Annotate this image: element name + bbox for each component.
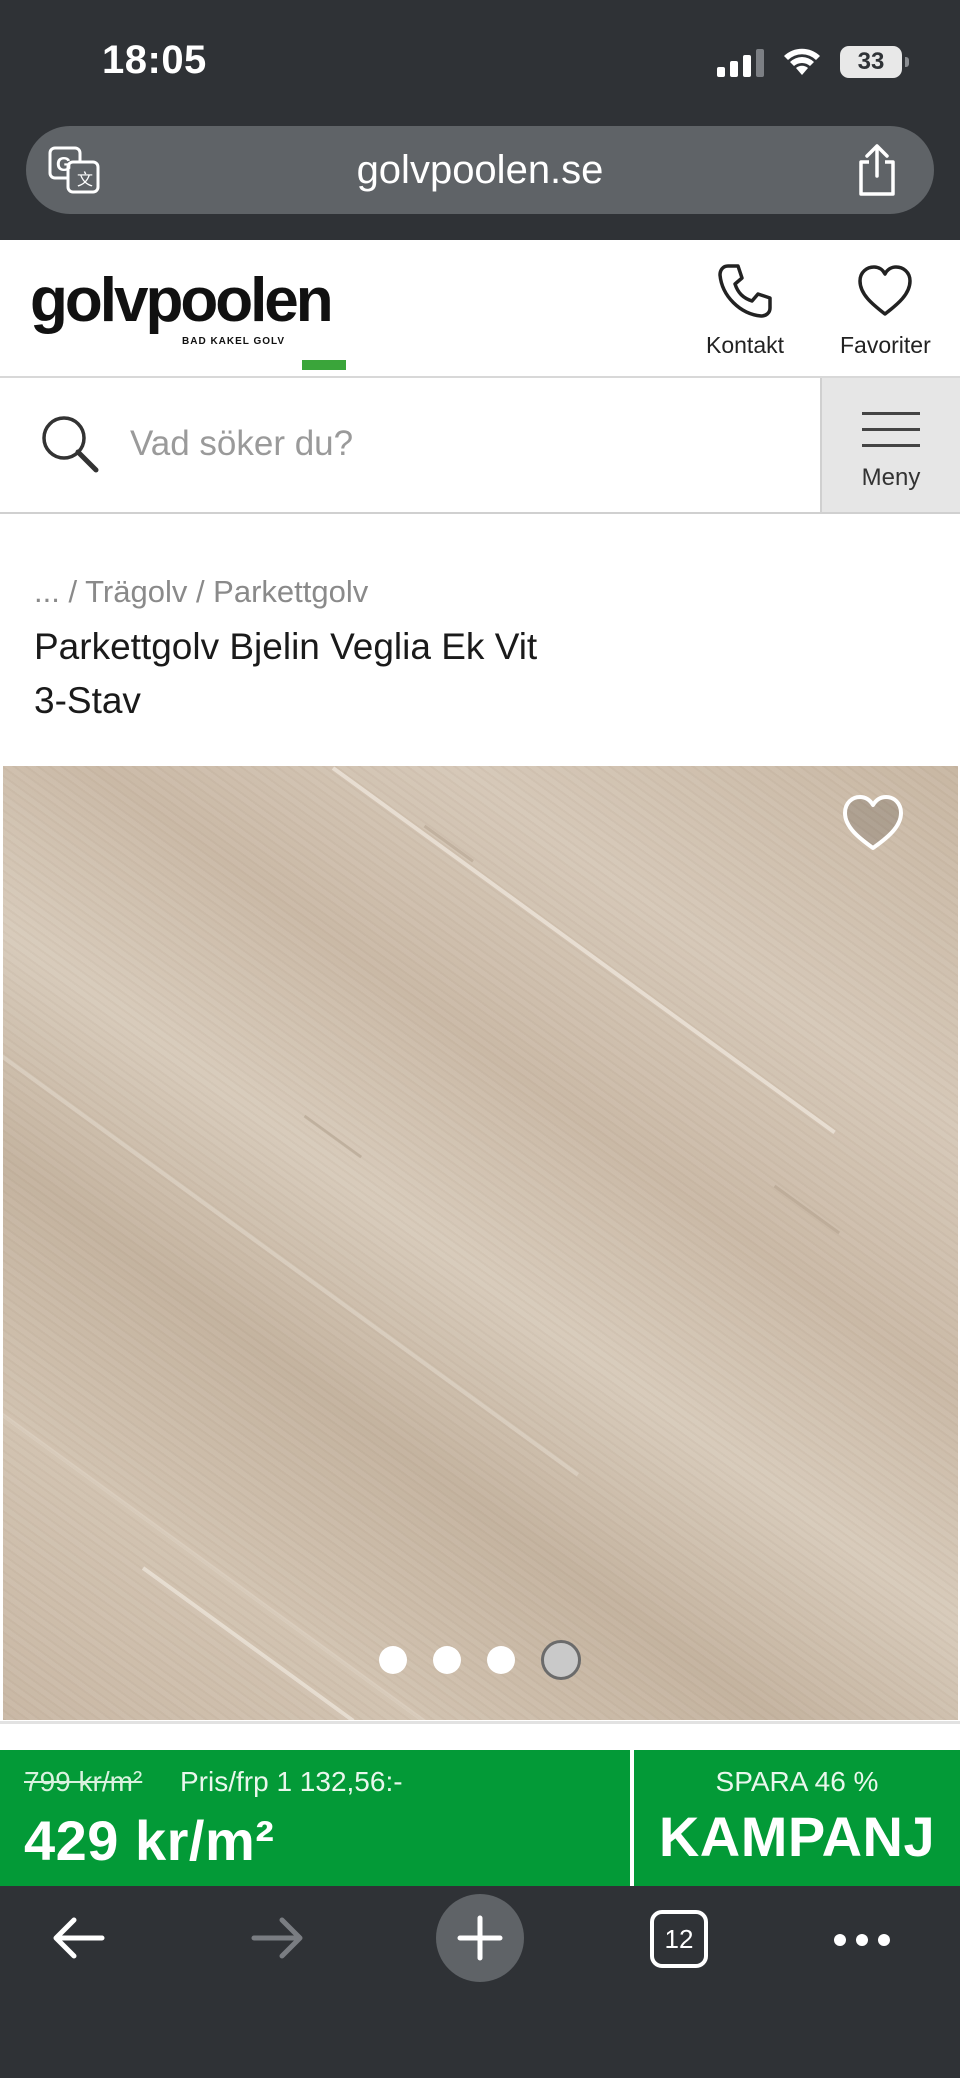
logo-tagline: BAD KAKEL GOLV: [182, 336, 286, 347]
campaign-panel: SPARA 46 % KAMPANJ: [634, 1750, 960, 1886]
signal-icon: [717, 47, 764, 77]
menu-icon: [862, 412, 920, 460]
heart-icon: [858, 265, 913, 316]
tabs-icon[interactable]: 12: [650, 1910, 708, 1968]
campaign-label: KAMPANJ: [658, 1805, 936, 1868]
address-bar[interactable]: G 文 golvpoolen.se: [26, 126, 934, 214]
divider: [0, 1724, 960, 1750]
gallery-dot[interactable]: [487, 1646, 515, 1674]
share-icon[interactable]: [852, 142, 902, 198]
gallery-pagination: [0, 1640, 960, 1680]
search-icon[interactable]: [36, 410, 104, 478]
wifi-icon: [784, 48, 820, 75]
phone-icon: [718, 264, 772, 318]
logo-green-bar: [302, 360, 346, 370]
url-text[interactable]: golvpoolen.se: [26, 148, 934, 193]
gallery-dot[interactable]: [379, 1646, 407, 1674]
forward-arrow-icon[interactable]: [246, 1910, 310, 1966]
search-row: Meny: [0, 378, 960, 514]
price-bar: 799 kr/m² Pris/frp 1 132,56:- 429 kr/m² …: [0, 1750, 960, 1886]
new-tab-button[interactable]: [436, 1894, 524, 1982]
contact-button[interactable]: Kontakt: [706, 260, 784, 359]
contact-label: Kontakt: [706, 332, 784, 358]
site-header: golvpoolen BAD KAKEL GOLV Kontakt Favori…: [0, 240, 960, 378]
browser-address-area: G 文 golvpoolen.se: [0, 126, 960, 240]
logo-wordmark: golvpoolen: [30, 266, 334, 335]
status-time: 18:05: [102, 38, 207, 82]
battery-icon: 33: [840, 46, 909, 78]
add-to-favorites-heart-icon[interactable]: [840, 792, 906, 852]
back-arrow-icon[interactable]: [46, 1910, 110, 1966]
browser-toolbar: 12: [0, 1886, 960, 2078]
old-price: 799 kr/m²: [24, 1766, 143, 1797]
status-icons: 33: [717, 44, 909, 80]
price-panel: 799 kr/m² Pris/frp 1 132,56:- 429 kr/m²: [0, 1750, 630, 1886]
menu-label: Meny: [861, 464, 921, 491]
favorites-button[interactable]: Favoriter: [840, 260, 931, 359]
save-percentage: SPARA 46 %: [715, 1766, 879, 1797]
product-header: ... / Trägolv / Parkettgolv Parkettgolv …: [0, 514, 960, 766]
product-gallery[interactable]: [0, 766, 960, 1724]
site-logo[interactable]: golvpoolen BAD KAKEL GOLV: [30, 266, 346, 370]
menu-button[interactable]: Meny: [820, 378, 960, 512]
more-icon[interactable]: [834, 1934, 890, 1946]
current-price: 429 kr/m²: [24, 1809, 275, 1872]
search-input[interactable]: [130, 412, 790, 476]
breadcrumb[interactable]: ... / Trägolv / Parkettgolv: [34, 574, 368, 610]
status-bar: 18:05 33: [0, 0, 960, 126]
plus-icon: [457, 1915, 503, 1961]
gallery-dot[interactable]: [433, 1646, 461, 1674]
package-price: Pris/frp 1 132,56:-: [180, 1766, 403, 1797]
favorites-label: Favoriter: [840, 332, 931, 358]
product-image[interactable]: [3, 766, 958, 1720]
gallery-dot-active[interactable]: [541, 1640, 581, 1680]
product-title: Parkettgolv Bjelin Veglia Ek Vit 3-Stav: [34, 626, 538, 721]
